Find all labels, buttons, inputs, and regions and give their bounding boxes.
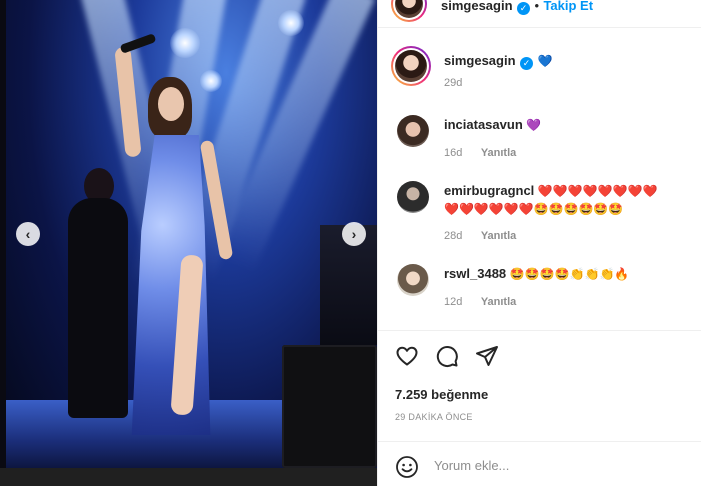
like-button[interactable] [395, 344, 419, 368]
actions-divider [378, 330, 701, 331]
post-photo[interactable]: ‹ › [0, 0, 377, 486]
like-count[interactable]: 7.259 beğenme [395, 387, 488, 402]
comment-text: ❤️❤️❤️❤️❤️❤️❤️❤️ [537, 184, 658, 198]
share-button[interactable] [475, 344, 499, 368]
emoji-picker-button[interactable] [395, 455, 419, 479]
singer-figure [110, 33, 250, 455]
commenter-username[interactable]: rswl_3488 [444, 266, 506, 281]
comment-button[interactable] [435, 344, 459, 368]
previous-image-button[interactable]: ‹ [16, 222, 40, 246]
author-avatar[interactable] [391, 0, 427, 22]
caption-text: 💙 [537, 54, 553, 68]
verified-badge-icon: ✓ [516, 2, 530, 15]
comment-age: 16d [444, 147, 463, 159]
comment-age: 28d [444, 230, 463, 242]
follow-button[interactable]: Takip Et [543, 0, 593, 13]
caption-avatar[interactable] [391, 46, 431, 86]
chevron-right-icon: › [351, 226, 357, 242]
caption-age: 29d [444, 77, 463, 89]
header-user: simgesagin ✓ • Takip Et [441, 0, 593, 15]
commenter-avatar[interactable] [397, 181, 429, 213]
post-header: simgesagin ✓ • Takip Et [378, 0, 701, 28]
post-timestamp: 29 DAKİKA ÖNCE [395, 412, 473, 422]
comment-text-continued: ❤️❤️❤️❤️❤️❤️🤩🤩🤩🤩🤩🤩 [444, 202, 624, 216]
separator-dot: • [534, 0, 539, 13]
reply-button[interactable]: Yanıtla [481, 296, 516, 308]
paper-plane-icon [476, 346, 498, 366]
add-comment-bar [378, 441, 701, 486]
commenter-avatar[interactable] [397, 115, 429, 147]
heart-outline-icon [396, 346, 418, 366]
photo-frame-edge [0, 468, 377, 486]
comment-age: 12d [444, 296, 463, 308]
smiley-icon [396, 456, 418, 478]
verified-badge-icon: ✓ [519, 57, 533, 70]
caption: simgesagin ✓ 💙 [444, 52, 552, 70]
reply-button[interactable]: Yanıtla [481, 230, 516, 242]
comment-input[interactable] [434, 458, 684, 473]
author-username[interactable]: simgesagin [441, 0, 513, 13]
stage-speaker [282, 345, 377, 468]
next-image-button[interactable]: › [342, 222, 366, 246]
chevron-left-icon: ‹ [25, 226, 31, 242]
reply-button[interactable]: Yanıtla [481, 147, 516, 159]
photo-frame-edge [0, 0, 6, 486]
commenter-username[interactable]: inciatasavun [444, 117, 523, 132]
comment-bubble-icon [436, 346, 458, 368]
post-details-panel: simgesagin ✓ • Takip Et simgesagin ✓ 💙 2… [377, 0, 701, 486]
comment-text: 💜 [526, 118, 542, 132]
stage-spotlight [278, 10, 304, 36]
comment-text: 🤩🤩🤩🤩👏👏👏🔥 [509, 267, 630, 281]
commenter-username[interactable]: emirbugragncl [444, 183, 534, 198]
commenter-avatar[interactable] [397, 264, 429, 296]
caption-username[interactable]: simgesagin [444, 53, 516, 68]
